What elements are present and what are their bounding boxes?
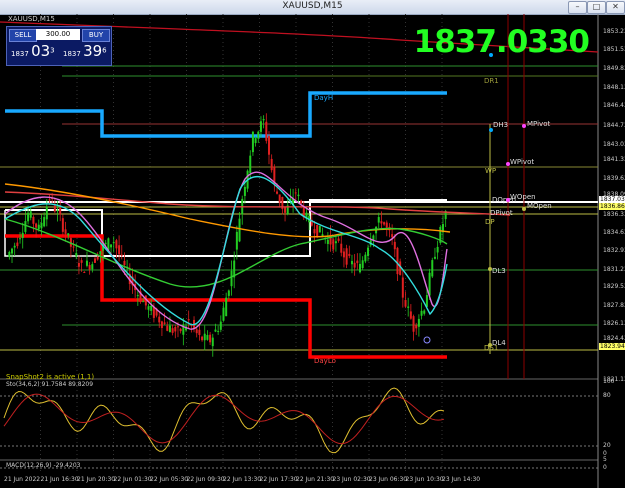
macd-axis-tick: 0: [603, 464, 607, 471]
time-axis-tick: 22 Jun 09:30: [186, 476, 225, 483]
dot-marker: [488, 267, 492, 271]
window-title: XAUUSD,M15: [282, 1, 343, 11]
macd-axis-tick: 5: [603, 456, 607, 463]
price-axis-tick: 1836.330: [603, 211, 625, 218]
stoch-indicator-label: Sto(34,6,2) 91.7584 89.8209: [6, 381, 94, 388]
price-axis-tick: 1827.830: [603, 302, 625, 309]
price-axis-tick: 1843.030: [603, 141, 625, 148]
time-axis-tick: 23 Jun 14:30: [442, 476, 481, 483]
price-axis-tick: 1824.430: [603, 335, 625, 342]
minimize-icon[interactable]: –: [568, 1, 587, 14]
price-axis-tick: 1829.530: [603, 283, 625, 290]
chart-area[interactable]: XAUUSD,M15 SELL 300.00 BUY 1837 033 1837…: [0, 14, 625, 488]
price-tag: 1837.035: [599, 196, 625, 203]
time-axis-tick: 21 Jun 20:30: [77, 476, 116, 483]
stoch-signal-line: [3, 393, 445, 445]
dot-marker: [423, 336, 431, 344]
window-titlebar: XAUUSD,M15 – □ ✕: [0, 0, 625, 15]
dot-marker: [488, 343, 492, 347]
dot-marker: [506, 162, 510, 166]
macd-indicator-label: MACD(12,26,9) -29.4203: [6, 462, 81, 469]
maximize-icon[interactable]: □: [587, 1, 606, 14]
price-tag: 1823.946: [599, 343, 625, 350]
price-axis-tick: 1841.330: [603, 156, 625, 163]
price-axis-tick: 1839.630: [603, 175, 625, 182]
price-axis-tick: 1832.930: [603, 247, 625, 254]
stoch-axis-tick: 80: [603, 392, 611, 399]
close-icon[interactable]: ✕: [606, 1, 625, 14]
time-axis-tick: 22 Jun 13:30: [223, 476, 262, 483]
price-axis-tick: 1831.230: [603, 266, 625, 273]
stoch-axis-tick: 20: [603, 442, 611, 449]
dot-marker: [506, 198, 510, 202]
price-axis-tick: 1844.730: [603, 122, 625, 129]
price-axis-tick: 1849.830: [603, 65, 625, 72]
snapshot-status: SnapShot2 is active (1,1): [6, 373, 95, 381]
time-axis-tick: 23 Jun 02:30: [332, 476, 371, 483]
time-axis-tick: 21 Jun 16:30: [40, 476, 79, 483]
price-axis-tick: 1826.130: [603, 320, 625, 327]
price-axis-tick: 1853.238: [603, 28, 625, 35]
dot-marker: [522, 207, 526, 211]
price-axis-tick: 1851.530: [603, 46, 625, 53]
time-axis-tick: 22 Jun 21:30: [296, 476, 335, 483]
dot-marker: [522, 124, 526, 128]
stoch-axis-tick: 100: [603, 378, 615, 385]
time-axis-tick: 23 Jun 06:30: [369, 476, 408, 483]
dot-marker: [489, 128, 493, 132]
price-axis-tick: 1848.130: [603, 84, 625, 91]
pivot-markers: [423, 53, 526, 347]
dot-marker: [489, 53, 493, 57]
time-axis-tick: 22 Jun 17:30: [259, 476, 298, 483]
time-axis-tick: 23 Jun 10:30: [405, 476, 444, 483]
time-axis-tick: 22 Jun 05:30: [150, 476, 189, 483]
time-axis-tick: 21 Jun 2022: [4, 476, 41, 483]
price-axis-tick: 1846.430: [603, 102, 625, 109]
price-axis-tick: 1834.630: [603, 229, 625, 236]
price-tag: 1836.860: [599, 203, 625, 210]
time-axis-tick: 22 Jun 01:30: [113, 476, 152, 483]
